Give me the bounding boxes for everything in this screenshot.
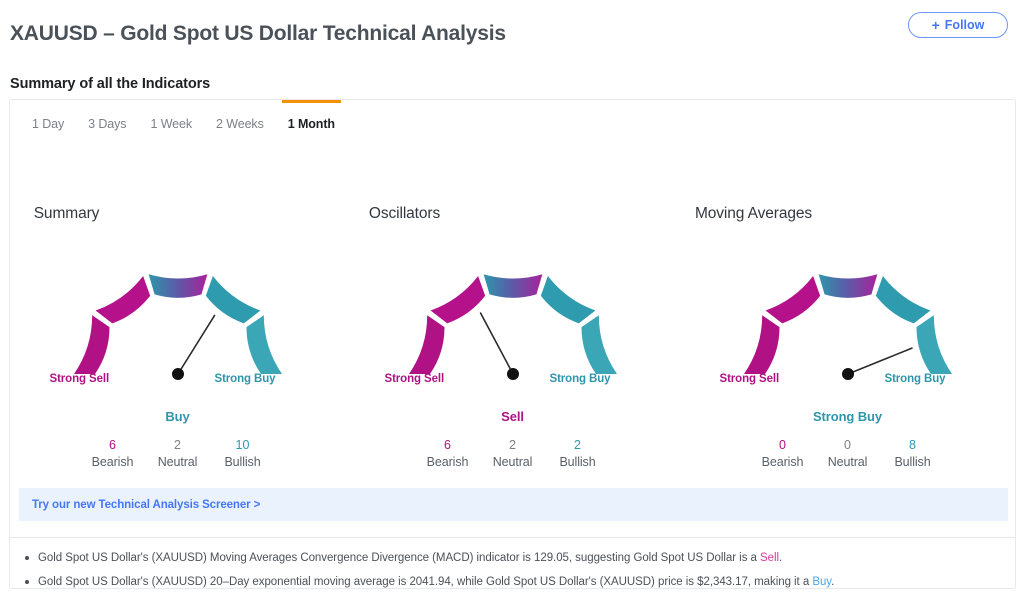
count-bullish-label: Bullish bbox=[559, 455, 596, 469]
bullet-text-pre: Gold Spot US Dollar's (XAUUSD) Moving Av… bbox=[38, 552, 761, 564]
gauge-counts: 6 Bearish 2 Neutral 10 Bullish bbox=[80, 437, 275, 471]
count-neutral-label: Neutral bbox=[492, 455, 533, 469]
follow-button[interactable]: + Follow bbox=[908, 12, 1008, 38]
gauge-needle-pivot bbox=[506, 368, 519, 380]
gauge-needle bbox=[479, 312, 514, 375]
gauge-segment-3 bbox=[765, 276, 820, 324]
gauge-summary: Summary Strong Sell Strong Buy Buy 6 Bea… bbox=[10, 147, 345, 477]
count-bearish: 6 Bearish bbox=[415, 437, 480, 471]
gauge-title: Summary bbox=[33, 205, 100, 222]
gauge-svg bbox=[408, 274, 617, 380]
gauge-label-strong-buy: Strong Buy bbox=[214, 373, 276, 385]
tab-1-week[interactable]: 1 Week bbox=[138, 100, 204, 147]
gauge-segment-4 bbox=[73, 315, 110, 374]
gauge-moving-averages: Moving Averages Strong Sell Strong Buy S… bbox=[680, 147, 1015, 477]
gauge-segment-0 bbox=[245, 315, 282, 374]
tab-1-month[interactable]: 1 Month bbox=[276, 100, 347, 147]
gauge-dial bbox=[387, 238, 639, 383]
gauge-verdict: Strong Buy bbox=[812, 409, 883, 424]
count-bearish-label: Bearish bbox=[426, 455, 469, 469]
plus-icon: + bbox=[931, 17, 940, 33]
follow-button-label: Follow bbox=[944, 18, 985, 32]
count-neutral-value: 2 bbox=[509, 438, 516, 452]
tab-1-day[interactable]: 1 Day bbox=[20, 100, 76, 147]
gauge-needle bbox=[176, 314, 215, 375]
count-bearish-value: 0 bbox=[779, 438, 786, 452]
gauge-segment-0 bbox=[915, 315, 952, 374]
count-neutral-label: Neutral bbox=[827, 455, 868, 469]
gauge-svg bbox=[743, 274, 952, 380]
gauge-oscillators: Oscillators Strong Sell Strong Buy Sell … bbox=[345, 147, 680, 477]
technical-analysis-page: XAUUSD – Gold Spot US Dollar Technical A… bbox=[0, 0, 1024, 595]
gauge-title: Oscillators bbox=[368, 205, 441, 222]
count-bearish-value: 6 bbox=[109, 438, 116, 452]
screener-banner[interactable]: Try our new Technical Analysis Screener … bbox=[19, 488, 1008, 521]
bullet-signal: Sell bbox=[760, 552, 780, 564]
gauge-segment-1 bbox=[875, 276, 930, 324]
gauge-label-strong-buy: Strong Buy bbox=[549, 373, 611, 385]
count-bullish-label: Bullish bbox=[224, 455, 261, 469]
tab-3-days[interactable]: 3 Days bbox=[76, 100, 138, 147]
gauge-title: Moving Averages bbox=[694, 205, 813, 222]
bullet-text-post: . bbox=[831, 576, 835, 588]
gauge-segment-0 bbox=[580, 315, 617, 374]
gauge-segment-4 bbox=[408, 315, 445, 374]
count-neutral: 2 Neutral bbox=[145, 437, 210, 471]
count-neutral-label: Neutral bbox=[157, 455, 198, 469]
count-bearish-label: Bearish bbox=[761, 455, 804, 469]
gauge-verdict: Buy bbox=[165, 409, 190, 424]
indicator-summary-list: Gold Spot US Dollar's (XAUUSD) Moving Av… bbox=[22, 546, 1003, 595]
gauge-counts: 0 Bearish 0 Neutral 8 Bullish bbox=[750, 437, 945, 471]
gauge-segment-4 bbox=[743, 315, 780, 374]
gauge-verdict: Sell bbox=[501, 409, 524, 424]
count-bearish: 0 Bearish bbox=[750, 437, 815, 471]
section-heading: Summary of all the Indicators bbox=[10, 76, 211, 92]
count-bullish-value: 10 bbox=[235, 438, 250, 452]
bullet-text-post: . bbox=[779, 552, 783, 564]
tab-2-weeks[interactable]: 2 Weeks bbox=[204, 100, 276, 147]
gauge-label-strong-sell: Strong Sell bbox=[384, 373, 445, 385]
gauge-dial bbox=[722, 238, 974, 383]
screener-link[interactable]: Try our new Technical Analysis Screener … bbox=[32, 499, 260, 511]
count-bullish: 2 Bullish bbox=[545, 437, 610, 471]
gauge-dial bbox=[52, 238, 304, 383]
count-bullish: 10 Bullish bbox=[210, 437, 275, 471]
count-bullish-label: Bullish bbox=[894, 455, 931, 469]
page-header: XAUUSD – Gold Spot US Dollar Technical A… bbox=[10, 12, 1014, 58]
gauge-segment-2 bbox=[818, 274, 877, 298]
count-bullish: 8 Bullish bbox=[880, 437, 945, 471]
list-item: Gold Spot US Dollar's (XAUUSD) Moving Av… bbox=[22, 546, 1003, 570]
gauges-row: Summary Strong Sell Strong Buy Buy 6 Bea… bbox=[10, 147, 1015, 477]
gauge-segment-3 bbox=[95, 276, 150, 324]
indicators-card: 1 Day 3 Days 1 Week 2 Weeks 1 Month Summ… bbox=[9, 99, 1016, 589]
count-bullish-value: 2 bbox=[574, 438, 581, 452]
count-bearish-label: Bearish bbox=[91, 455, 134, 469]
count-neutral: 0 Neutral bbox=[815, 437, 880, 471]
gauge-segment-3 bbox=[430, 276, 485, 324]
count-bearish: 6 Bearish bbox=[80, 437, 145, 471]
gauge-segment-2 bbox=[483, 274, 542, 298]
gauge-segment-2 bbox=[148, 274, 207, 298]
count-bearish-value: 6 bbox=[444, 438, 451, 452]
gauge-needle-pivot bbox=[171, 368, 184, 380]
timeframe-tabs: 1 Day 3 Days 1 Week 2 Weeks 1 Month bbox=[10, 100, 1015, 147]
count-neutral-value: 0 bbox=[844, 438, 851, 452]
gauge-svg bbox=[73, 274, 282, 380]
bullet-signal: Buy bbox=[812, 576, 832, 588]
gauge-needle bbox=[846, 347, 913, 375]
gauge-needle-pivot bbox=[841, 368, 854, 380]
gauge-label-strong-sell: Strong Sell bbox=[719, 373, 780, 385]
gauge-label-strong-sell: Strong Sell bbox=[49, 373, 110, 385]
page-title: XAUUSD – Gold Spot US Dollar Technical A… bbox=[10, 22, 506, 45]
count-neutral-value: 2 bbox=[174, 438, 181, 452]
bullet-text-pre: Gold Spot US Dollar's (XAUUSD) 20–Day ex… bbox=[38, 576, 813, 588]
divider bbox=[10, 537, 1015, 538]
count-neutral: 2 Neutral bbox=[480, 437, 545, 471]
gauge-label-strong-buy: Strong Buy bbox=[884, 373, 946, 385]
gauge-segment-1 bbox=[540, 276, 595, 324]
list-item: Gold Spot US Dollar's (XAUUSD) 20–Day ex… bbox=[22, 570, 1003, 594]
gauge-counts: 6 Bearish 2 Neutral 2 Bullish bbox=[415, 437, 610, 471]
count-bullish-value: 8 bbox=[909, 438, 916, 452]
